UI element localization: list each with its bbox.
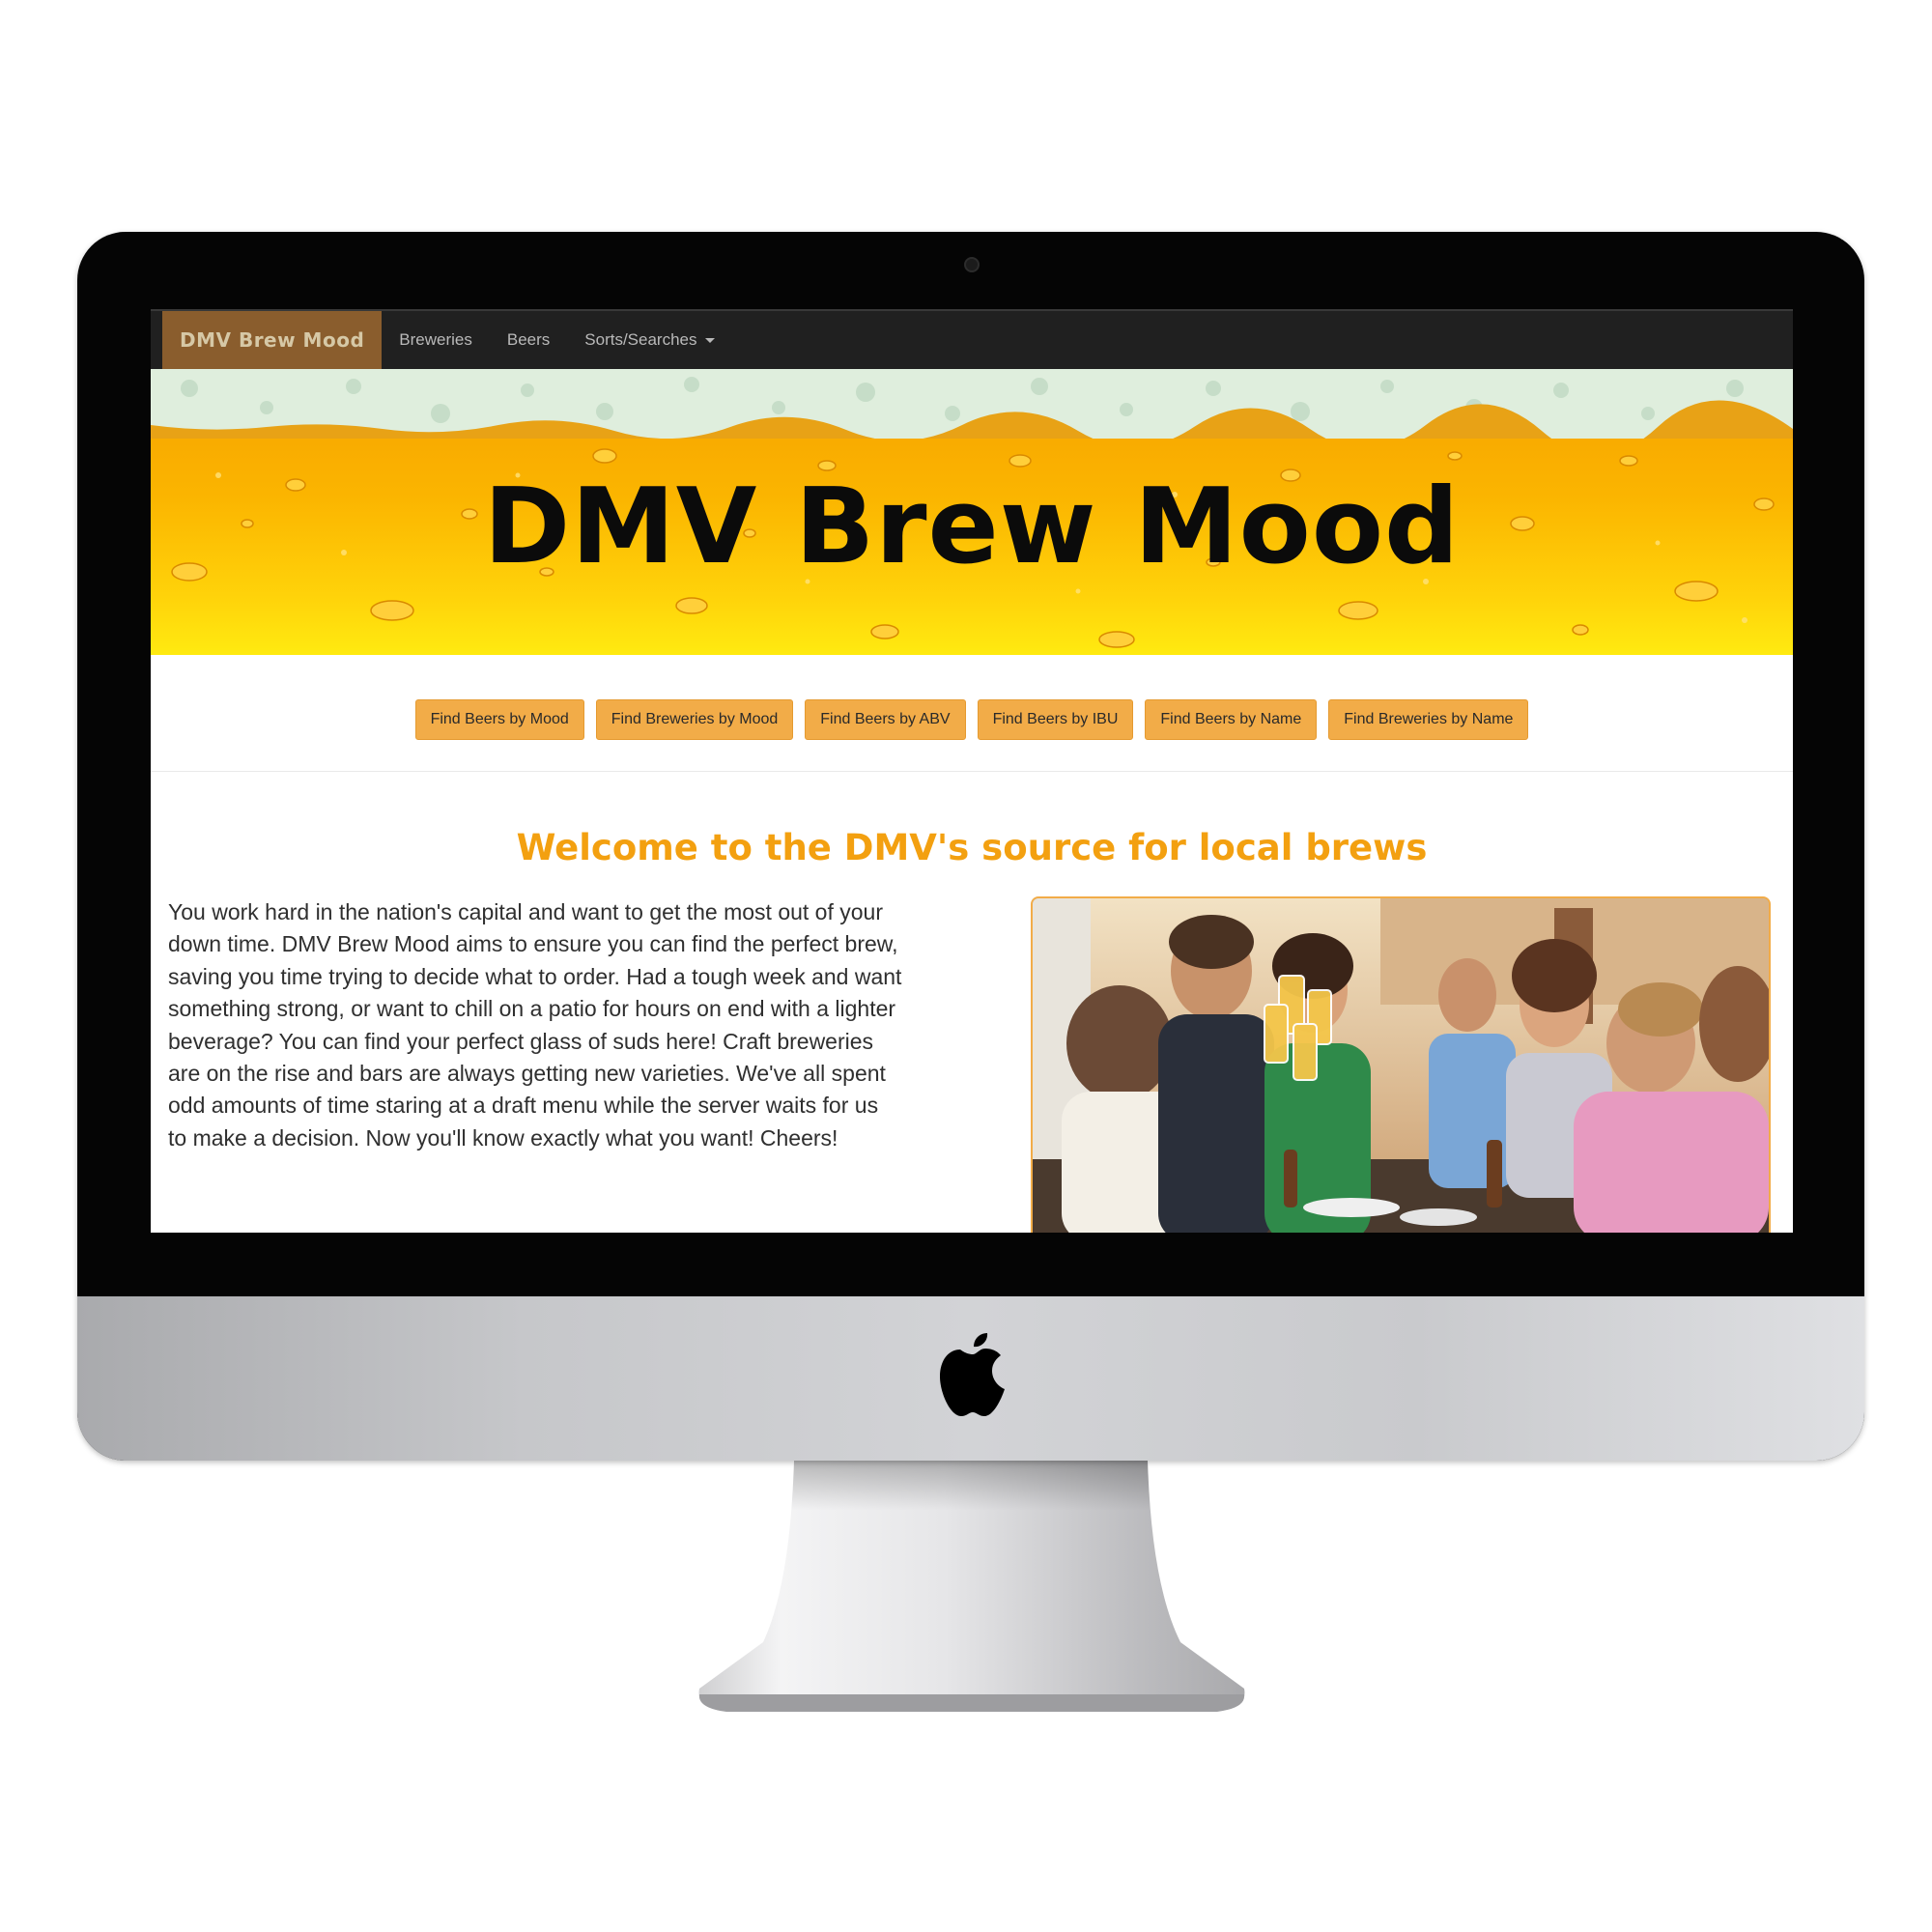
find-beers-by-abv-button[interactable]: Find Beers by ABV bbox=[805, 699, 966, 740]
nav-sorts-searches-label: Sorts/Searches bbox=[584, 330, 697, 349]
camera-icon bbox=[964, 257, 980, 272]
apple-icon bbox=[940, 1333, 1005, 1416]
find-breweries-by-mood-button[interactable]: Find Breweries by Mood bbox=[595, 699, 794, 740]
section-divider bbox=[151, 771, 1793, 772]
welcome-heading: Welcome to the DMV's source for local br… bbox=[516, 827, 1428, 868]
hero-title: DMV Brew Mood bbox=[483, 467, 1461, 587]
find-beers-by-name-button[interactable]: Find Beers by Name bbox=[1145, 699, 1318, 740]
friends-toasting-illustration bbox=[1033, 898, 1769, 1233]
monitor-chin bbox=[77, 1296, 1864, 1461]
top-navbar: DMV Brew Mood Breweries Beers Sorts/Sear… bbox=[151, 309, 1793, 369]
imac-frame: DMV Brew Mood Breweries Beers Sorts/Sear… bbox=[77, 232, 1864, 1461]
find-beers-by-mood-button[interactable]: Find Beers by Mood bbox=[414, 699, 584, 740]
welcome-paragraph: You work hard in the nation's capital an… bbox=[168, 899, 902, 1151]
nav-breweries[interactable]: Breweries bbox=[399, 330, 472, 350]
search-button-row: Find Beers by Mood Find Breweries by Moo… bbox=[151, 699, 1793, 740]
find-breweries-by-name-button[interactable]: Find Breweries by Name bbox=[1328, 699, 1529, 740]
brand-link[interactable]: DMV Brew Mood bbox=[162, 311, 383, 369]
hero-banner: DMV Brew Mood bbox=[151, 369, 1793, 655]
nav-sorts-searches-dropdown[interactable]: Sorts/Searches bbox=[584, 330, 715, 350]
browser-viewport: DMV Brew Mood Breweries Beers Sorts/Sear… bbox=[151, 309, 1793, 1233]
caret-down-icon bbox=[704, 337, 715, 343]
friends-toasting-photo bbox=[1031, 896, 1771, 1233]
nav-beers[interactable]: Beers bbox=[507, 330, 550, 350]
find-beers-by-ibu-button[interactable]: Find Beers by IBU bbox=[977, 699, 1134, 740]
